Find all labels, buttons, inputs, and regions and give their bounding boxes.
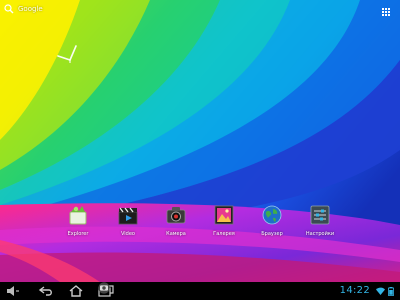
volume-down-icon[interactable] (6, 285, 20, 297)
shortcut-label: Браузер (261, 231, 283, 237)
explorer-icon (67, 204, 89, 226)
gallery-icon (213, 204, 235, 226)
home-icon[interactable] (68, 285, 84, 297)
wifi-icon (376, 287, 385, 295)
search-label: Google (18, 5, 43, 13)
shortcut-gallery[interactable]: Галерея (206, 204, 242, 237)
all-apps-icon[interactable] (382, 8, 391, 17)
shortcut-video[interactable]: Video (110, 204, 146, 237)
screenshot-icon[interactable] (93, 282, 115, 294)
system-nav-bar: 14:22 (0, 282, 400, 300)
shortcut-explorer[interactable]: Explorer (60, 204, 96, 237)
google-search-bar[interactable]: Google (4, 4, 43, 14)
shortcut-label: Explorer (67, 231, 89, 237)
shortcut-label: Камера (166, 231, 186, 237)
search-icon (4, 4, 14, 14)
shortcut-label: Video (120, 231, 135, 237)
analog-clock-widget[interactable] (40, 30, 100, 90)
globe-icon (261, 204, 283, 226)
back-icon[interactable] (38, 285, 54, 297)
status-clock: 14:22 (339, 285, 370, 296)
shortcut-label: Галерея (213, 231, 235, 237)
status-icons (376, 287, 394, 296)
shortcut-browser[interactable]: Браузер (254, 204, 290, 237)
video-clapper-icon (117, 204, 139, 226)
camera-icon (165, 204, 187, 226)
battery-icon (388, 287, 394, 296)
shortcut-settings[interactable]: Настройки (302, 204, 338, 237)
shortcut-camera[interactable]: Камера (158, 204, 194, 237)
shortcut-label: Настройки (305, 231, 335, 237)
settings-icon (309, 204, 331, 226)
